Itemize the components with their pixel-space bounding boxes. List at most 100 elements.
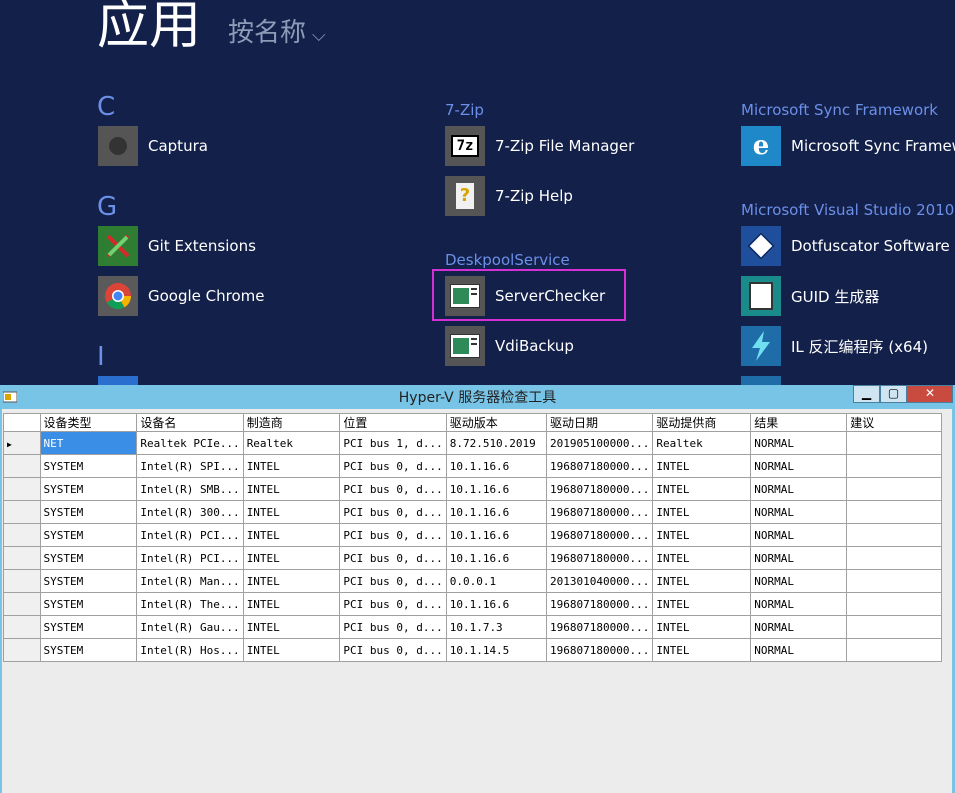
- table-cell[interactable]: INTEL: [242, 477, 341, 501]
- table-row[interactable]: SYSTEM Intel(R) Man... INTEL PCI bus 0, d..…: [3, 569, 942, 593]
- table-cell[interactable]: NORMAL: [750, 569, 848, 593]
- table-cell[interactable]: 10.1.14.5: [445, 638, 547, 662]
- table-cell[interactable]: Intel(R) PCI...: [136, 546, 244, 570]
- table-cell[interactable]: INTEL: [242, 523, 341, 547]
- app-partial-icon[interactable]: [98, 376, 138, 385]
- table-cell[interactable]: INTEL: [652, 523, 752, 547]
- app-google-chrome[interactable]: Google Chrome: [98, 276, 265, 316]
- app-vdibackup[interactable]: VdiBackup: [445, 326, 574, 366]
- table-cell[interactable]: [846, 638, 942, 662]
- table-cell[interactable]: NORMAL: [750, 477, 848, 501]
- table-cell[interactable]: INTEL: [652, 592, 752, 616]
- row-header[interactable]: [3, 615, 41, 639]
- table-cell[interactable]: PCI bus 1, d...: [339, 431, 447, 455]
- table-cell[interactable]: NORMAL: [750, 523, 848, 547]
- table-row[interactable]: SYSTEM Intel(R) SMB... INTEL PCI bus 0, d..…: [3, 477, 942, 501]
- device-grid[interactable]: 设备类型 设备名 制造商 位置 驱动版本 驱动日期 驱动提供商 结果 建议 ▶ N…: [3, 413, 942, 662]
- app-guid-generator[interactable]: GUID 生成器: [741, 276, 879, 316]
- table-cell[interactable]: Realtek PCIe...: [136, 431, 244, 455]
- row-header[interactable]: [3, 638, 41, 662]
- table-row[interactable]: SYSTEM Intel(R) PCI... INTEL PCI bus 0, d..…: [3, 523, 942, 547]
- table-cell[interactable]: SYSTEM: [39, 546, 138, 570]
- column-header[interactable]: 结果: [750, 413, 848, 432]
- table-cell[interactable]: 8.72.510.2019: [445, 431, 547, 455]
- window-titlebar[interactable]: Hyper-V 服务器检查工具 ▁ ▢ ✕: [0, 385, 955, 409]
- minimize-button[interactable]: ▁: [853, 385, 880, 403]
- table-cell[interactable]: PCI bus 0, d...: [339, 638, 447, 662]
- table-cell[interactable]: INTEL: [652, 500, 752, 524]
- letter-header-c[interactable]: C: [97, 92, 115, 122]
- table-cell[interactable]: [846, 454, 942, 478]
- table-row[interactable]: SYSTEM Intel(R) PCI... INTEL PCI bus 0, d..…: [3, 546, 942, 570]
- close-button[interactable]: ✕: [907, 385, 953, 403]
- table-cell[interactable]: 196807180000...: [545, 615, 654, 639]
- table-cell[interactable]: Intel(R) Man...: [136, 569, 244, 593]
- table-cell[interactable]: 10.1.16.6: [445, 546, 547, 570]
- table-cell[interactable]: INTEL: [652, 569, 752, 593]
- app-7zip-help[interactable]: ? 7-Zip Help: [445, 176, 573, 216]
- table-cell[interactable]: 196807180000...: [545, 638, 654, 662]
- table-cell[interactable]: Realtek: [652, 431, 752, 455]
- table-cell[interactable]: 10.1.7.3: [445, 615, 547, 639]
- table-cell[interactable]: [846, 500, 942, 524]
- table-cell[interactable]: 196807180000...: [545, 523, 654, 547]
- table-cell[interactable]: 196807180000...: [545, 500, 654, 524]
- table-cell[interactable]: Intel(R) 300...: [136, 500, 244, 524]
- column-header[interactable]: 设备名: [136, 413, 244, 432]
- table-cell[interactable]: 201301040000...: [545, 569, 654, 593]
- table-cell[interactable]: NORMAL: [750, 454, 848, 478]
- table-cell[interactable]: INTEL: [242, 500, 341, 524]
- table-cell[interactable]: NORMAL: [750, 615, 848, 639]
- table-cell[interactable]: PCI bus 0, d...: [339, 454, 447, 478]
- table-cell[interactable]: Intel(R) Hos...: [136, 638, 244, 662]
- table-cell[interactable]: INTEL: [652, 615, 752, 639]
- column-header[interactable]: 驱动版本: [445, 413, 547, 432]
- table-cell[interactable]: INTEL: [242, 569, 341, 593]
- table-cell[interactable]: INTEL: [652, 638, 752, 662]
- table-cell[interactable]: PCI bus 0, d...: [339, 523, 447, 547]
- table-cell[interactable]: 10.1.16.6: [445, 523, 547, 547]
- table-cell[interactable]: PCI bus 0, d...: [339, 615, 447, 639]
- table-cell[interactable]: [846, 615, 942, 639]
- app-partial-icon[interactable]: [741, 376, 781, 385]
- row-header[interactable]: [3, 546, 41, 570]
- row-header[interactable]: [3, 523, 41, 547]
- table-cell[interactable]: SYSTEM: [39, 500, 138, 524]
- table-cell[interactable]: PCI bus 0, d...: [339, 500, 447, 524]
- table-cell[interactable]: [846, 523, 942, 547]
- letter-header-i[interactable]: I: [97, 342, 105, 372]
- row-header[interactable]: [3, 477, 41, 501]
- table-cell[interactable]: 10.1.16.6: [445, 454, 547, 478]
- table-cell[interactable]: 10.1.16.6: [445, 500, 547, 524]
- table-cell[interactable]: PCI bus 0, d...: [339, 546, 447, 570]
- letter-header-g[interactable]: G: [97, 192, 117, 222]
- table-cell[interactable]: SYSTEM: [39, 638, 138, 662]
- table-cell[interactable]: SYSTEM: [39, 523, 138, 547]
- app-il-disassembler[interactable]: IL 反汇编程序 (x64): [741, 326, 928, 366]
- table-cell[interactable]: 10.1.16.6: [445, 592, 547, 616]
- table-row[interactable]: SYSTEM Intel(R) Gau... INTEL PCI bus 0, d..…: [3, 615, 942, 639]
- table-cell[interactable]: NORMAL: [750, 592, 848, 616]
- table-cell[interactable]: INTEL: [242, 546, 341, 570]
- table-cell[interactable]: 196807180000...: [545, 477, 654, 501]
- column-header[interactable]: 设备类型: [39, 413, 138, 432]
- table-cell[interactable]: [846, 569, 942, 593]
- table-cell[interactable]: INTEL: [652, 454, 752, 478]
- app-dotfuscator[interactable]: Dotfuscator Software S: [741, 226, 955, 266]
- row-header[interactable]: [3, 454, 41, 478]
- table-row[interactable]: SYSTEM Intel(R) SPI... INTEL PCI bus 0, d..…: [3, 454, 942, 478]
- table-cell[interactable]: SYSTEM: [39, 454, 138, 478]
- table-row[interactable]: ▶ NET Realtek PCIe... Realtek PCI bus 1, d..…: [3, 431, 942, 455]
- table-cell[interactable]: NET: [39, 431, 138, 455]
- table-cell[interactable]: PCI bus 0, d...: [339, 592, 447, 616]
- table-cell[interactable]: 10.1.16.6: [445, 477, 547, 501]
- table-cell[interactable]: 196807180000...: [545, 454, 654, 478]
- table-cell[interactable]: NORMAL: [750, 500, 848, 524]
- sort-by-name-dropdown[interactable]: 按名称 ⌵: [228, 16, 326, 53]
- table-cell[interactable]: INTEL: [652, 546, 752, 570]
- table-cell[interactable]: [846, 546, 942, 570]
- table-cell[interactable]: [846, 592, 942, 616]
- table-cell[interactable]: 0.0.0.1: [445, 569, 547, 593]
- table-cell[interactable]: SYSTEM: [39, 477, 138, 501]
- table-cell[interactable]: 196807180000...: [545, 592, 654, 616]
